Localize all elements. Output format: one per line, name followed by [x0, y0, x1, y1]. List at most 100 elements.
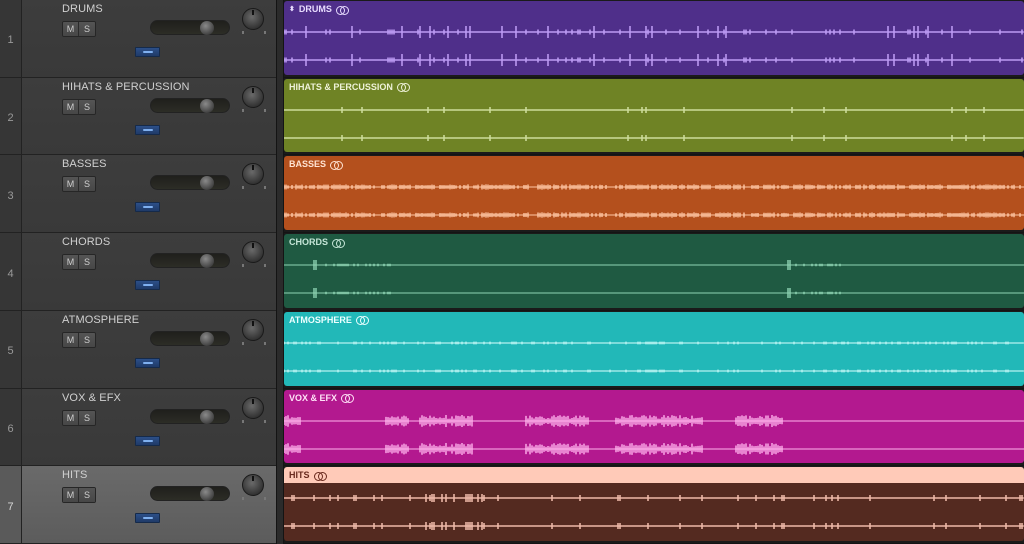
automation-icon [142, 206, 153, 209]
track-header-vox-efx[interactable]: 6 VOX & EFX M S [0, 388, 276, 467]
volume-slider-handle[interactable] [199, 21, 214, 35]
waveform-left [284, 180, 1024, 194]
mute-button[interactable]: M [63, 332, 79, 347]
solo-button[interactable]: S [79, 255, 95, 270]
pan-range-marks [242, 497, 266, 501]
pan-knob[interactable] [242, 163, 264, 186]
volume-slider-handle[interactable] [199, 487, 214, 502]
track-name[interactable]: HIHATS & PERCUSSION [62, 81, 190, 93]
audio-region[interactable]: BASSES [284, 156, 1024, 231]
waveform-left [284, 336, 1024, 350]
stereo-loop-icon [330, 160, 344, 170]
region-title: HITS [289, 470, 310, 481]
track-headers: 1 DRUMS M S 2 HIHATS & PERCUSSION M S 3 … [0, 0, 276, 544]
region-title: HIHATS & PERCUSSION [289, 81, 393, 92]
volume-slider[interactable] [150, 97, 230, 113]
volume-slider-handle[interactable] [199, 176, 214, 191]
automation-button[interactable] [135, 280, 160, 291]
audio-region[interactable]: ATMOSPHERE [284, 311, 1024, 386]
track-header-chords[interactable]: 4 CHORDS M S [0, 233, 276, 311]
automation-button[interactable] [135, 357, 160, 368]
audio-region[interactable]: CHORDS [284, 234, 1024, 308]
pan-knob[interactable] [242, 241, 264, 264]
audio-region[interactable]: ⬍ DRUMS [284, 1, 1024, 75]
track-name[interactable]: BASSES [62, 158, 107, 170]
solo-button[interactable]: S [79, 332, 95, 347]
pan-range-marks [242, 264, 266, 268]
automation-button[interactable] [135, 124, 160, 135]
mute-solo-group: M S [62, 331, 96, 348]
track-controls: DRUMS M S [22, 0, 276, 77]
region-header: ATMOSPHERE [289, 314, 369, 326]
pan-knob[interactable] [242, 474, 264, 497]
track-header-hits[interactable]: 7 HITS M S [0, 466, 276, 544]
region-header: CHORDS [289, 237, 346, 248]
region-header: ⬍ DRUMS [289, 4, 349, 15]
region-header: HIHATS & PERCUSSION [289, 81, 410, 93]
track-controls: ATMOSPHERE M S [22, 311, 276, 388]
solo-button[interactable]: S [79, 22, 95, 36]
track-controls: HITS M S [22, 466, 276, 543]
mute-solo-group: M S [62, 487, 96, 504]
mute-solo-group: M S [62, 176, 96, 193]
track-name[interactable]: HITS [62, 469, 87, 481]
track-name[interactable]: DRUMS [62, 3, 103, 15]
solo-button[interactable]: S [79, 99, 95, 114]
automation-button[interactable] [135, 513, 160, 524]
track-name[interactable]: VOX & EFX [62, 392, 121, 404]
audio-region[interactable]: HITS [284, 467, 1024, 542]
mute-button[interactable]: M [63, 99, 79, 114]
volume-slider-handle[interactable] [199, 98, 214, 113]
track-number: 7 [0, 466, 22, 544]
region-title-band [284, 467, 1024, 484]
waveform-right [284, 53, 1024, 67]
volume-slider[interactable] [150, 20, 230, 35]
track-name[interactable]: ATMOSPHERE [62, 314, 139, 326]
pan-knob[interactable] [242, 318, 264, 341]
waveform-left [284, 103, 1024, 117]
volume-slider[interactable] [150, 330, 230, 346]
track-header-hihats-percussion[interactable]: 2 HIHATS & PERCUSSION M S [0, 77, 276, 156]
track-header-basses[interactable]: 3 BASSES M S [0, 155, 276, 234]
volume-slider[interactable] [150, 408, 230, 424]
region-title: ATMOSPHERE [289, 314, 352, 325]
volume-slider[interactable] [150, 253, 230, 269]
pan-knob[interactable] [242, 396, 264, 419]
pan-knob[interactable] [242, 85, 264, 108]
track-header-atmosphere[interactable]: 5 ATMOSPHERE M S [0, 310, 276, 389]
region-header: HITS [289, 470, 327, 481]
pan-knob[interactable] [242, 8, 264, 30]
mute-button[interactable]: M [63, 410, 79, 425]
volume-slider-handle[interactable] [199, 409, 214, 424]
waveform-right [284, 519, 1024, 533]
track-lane: CHORDS [284, 233, 1024, 311]
track-name[interactable]: CHORDS [62, 236, 110, 248]
volume-slider-handle[interactable] [199, 254, 214, 269]
automation-button[interactable] [135, 435, 160, 446]
track-controls: HIHATS & PERCUSSION M S [22, 78, 276, 155]
track-number: 5 [0, 310, 22, 388]
mute-button[interactable]: M [63, 177, 79, 192]
headers-divider[interactable] [276, 0, 284, 544]
audio-region[interactable]: HIHATS & PERCUSSION [284, 78, 1024, 153]
solo-button[interactable]: S [79, 177, 95, 192]
automation-button[interactable] [135, 47, 160, 57]
automation-button[interactable] [135, 202, 160, 213]
solo-button[interactable]: S [79, 488, 95, 503]
mute-button[interactable]: M [63, 488, 79, 503]
volume-slider-handle[interactable] [199, 331, 214, 346]
solo-button[interactable]: S [79, 410, 95, 425]
track-controls: VOX & EFX M S [22, 389, 276, 466]
track-lane: ATMOSPHERE [284, 311, 1024, 389]
sort-arrows-icon: ⬍ [289, 5, 295, 13]
stereo-loop-icon [335, 5, 349, 15]
volume-slider[interactable] [150, 175, 230, 191]
track-controls: BASSES M S [22, 155, 276, 232]
mute-solo-group: M S [62, 409, 96, 426]
track-header-drums[interactable]: 1 DRUMS M S [0, 0, 276, 78]
volume-slider[interactable] [150, 486, 230, 502]
audio-region[interactable]: VOX & EFX [284, 389, 1024, 464]
mute-button[interactable]: M [63, 22, 79, 36]
mute-button[interactable]: M [63, 255, 79, 270]
waveform-right [284, 131, 1024, 145]
